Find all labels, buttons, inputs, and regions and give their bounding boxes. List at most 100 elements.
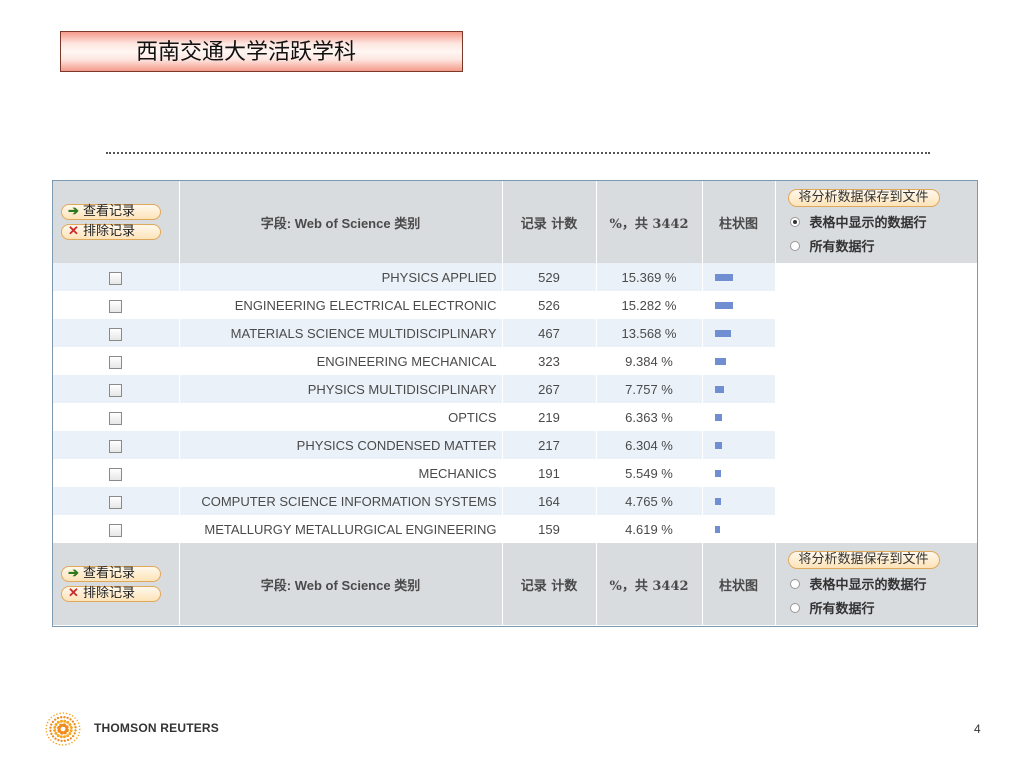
count-cell: 323 [502, 347, 597, 375]
arrow-right-icon: ➔ [68, 566, 79, 581]
row-select-cell [53, 515, 180, 543]
option-all-rows[interactable]: 所有数据行 [789, 236, 978, 255]
row-checkbox[interactable] [109, 411, 123, 425]
percent-bar [714, 469, 721, 477]
bar-cell [702, 459, 776, 487]
row-checkbox[interactable] [109, 467, 123, 481]
field-column-header: 字段: Web of Science 类别 [179, 181, 503, 263]
row-checkbox[interactable] [109, 383, 123, 397]
results-grid: ➔ 查看记录 ✕ 排除记录 字段: Web of Science 类别 记录 计… [53, 181, 977, 625]
count-cell: 159 [502, 515, 597, 543]
x-icon: ✕ [68, 586, 79, 601]
percent-cell: 6.304 % [596, 431, 703, 459]
row-select-cell [53, 487, 180, 515]
row-checkbox[interactable] [109, 439, 123, 453]
analysis-table: ➔ 查看记录 ✕ 排除记录 字段: Web of Science 类别 记录 计… [52, 180, 978, 627]
percent-cell: 5.549 % [596, 459, 703, 487]
category-cell: OPTICS [179, 403, 503, 431]
bar-cell [702, 347, 776, 375]
percent-bar [714, 301, 733, 309]
row-checkbox[interactable] [109, 495, 123, 509]
category-cell: METALLURGY METALLURGICAL ENGINEERING [179, 515, 503, 543]
row-checkbox[interactable] [109, 299, 123, 313]
option-all-rows[interactable]: 所有数据行 [789, 598, 978, 617]
percent-cell: 6.363 % [596, 403, 703, 431]
radio-checked-icon[interactable] [789, 216, 800, 227]
record-count-header: 记录 计数 [502, 543, 597, 625]
category-cell: MATERIALS SCIENCE MULTIDISCIPLINARY [179, 319, 503, 347]
count-cell: 267 [502, 375, 597, 403]
percent-header: %，共 3442 [596, 181, 703, 263]
count-cell: 526 [502, 291, 597, 319]
save-options: 将分析数据保存到文件 表格中显示的数据行 所有数据行 [775, 181, 977, 263]
count-cell: 467 [502, 319, 597, 347]
row-select-cell [53, 347, 180, 375]
table-header-bottom: ➔ 查看记录 ✕ 排除记录 字段: Web of Science 类别 记录 计… [53, 543, 977, 625]
category-cell: PHYSICS MULTIDISCIPLINARY [179, 375, 503, 403]
count-cell: 191 [502, 459, 597, 487]
table-header-top: ➔ 查看记录 ✕ 排除记录 字段: Web of Science 类别 记录 计… [53, 181, 977, 263]
bar-cell [702, 263, 776, 291]
percent-header: %，共 3442 [596, 543, 703, 625]
save-to-file-button[interactable]: 将分析数据保存到文件 [787, 189, 940, 207]
arrow-right-icon: ➔ [68, 204, 79, 219]
save-to-file-button[interactable]: 将分析数据保存到文件 [787, 551, 940, 569]
radio-unchecked-icon[interactable] [789, 240, 800, 251]
bar-cell [702, 319, 776, 347]
bar-cell [702, 375, 776, 403]
row-checkbox[interactable] [109, 355, 123, 369]
row-select-cell [53, 291, 180, 319]
record-actions: ➔ 查看记录 ✕ 排除记录 [53, 181, 180, 263]
exclude-records-button[interactable]: ✕ 排除记录 [61, 586, 161, 602]
percent-cell: 4.619 % [596, 515, 703, 543]
x-icon: ✕ [68, 224, 79, 239]
save-options-bottom: 将分析数据保存到文件 表格中显示的数据行 所有数据行 [775, 543, 977, 625]
percent-bar [714, 525, 720, 533]
field-column-header: 字段: Web of Science 类别 [179, 543, 503, 625]
row-select-cell [53, 431, 180, 459]
row-checkbox[interactable] [109, 271, 123, 285]
percent-cell: 4.765 % [596, 487, 703, 515]
record-count-header: 记录 计数 [502, 181, 597, 263]
percent-bar [714, 273, 733, 281]
row-select-cell [53, 375, 180, 403]
row-select-cell [53, 319, 180, 347]
empty-side-panel [775, 263, 977, 543]
bar-chart-header: 柱状图 [702, 181, 776, 263]
percent-bar [714, 441, 722, 449]
page-number: 4 [974, 722, 981, 736]
category-cell: PHYSICS CONDENSED MATTER [179, 431, 503, 459]
radio-unchecked-icon[interactable] [789, 602, 800, 613]
view-records-button[interactable]: ➔ 查看记录 [61, 204, 161, 220]
percent-cell: 7.757 % [596, 375, 703, 403]
option-displayed-rows[interactable]: 表格中显示的数据行 [789, 574, 978, 593]
count-cell: 529 [502, 263, 597, 291]
row-select-cell [53, 263, 180, 291]
exclude-records-button[interactable]: ✕ 排除记录 [61, 224, 161, 240]
row-checkbox[interactable] [109, 327, 123, 341]
percent-bar [714, 329, 731, 337]
row-select-cell [53, 403, 180, 431]
percent-cell: 15.369 % [596, 263, 703, 291]
count-cell: 217 [502, 431, 597, 459]
bar-cell [702, 515, 776, 543]
brand-name: THOMSON REUTERS [94, 721, 220, 735]
category-cell: ENGINEERING MECHANICAL [179, 347, 503, 375]
percent-bar [714, 497, 721, 505]
percent-bar [714, 385, 724, 393]
row-select-cell [53, 459, 180, 487]
percent-bar [714, 357, 726, 365]
count-cell: 219 [502, 403, 597, 431]
category-cell: MECHANICS [179, 459, 503, 487]
row-checkbox[interactable] [109, 523, 123, 537]
option-displayed-rows[interactable]: 表格中显示的数据行 [789, 212, 978, 231]
dotted-divider [106, 152, 930, 154]
radio-unchecked-icon[interactable] [789, 578, 800, 589]
count-cell: 164 [502, 487, 597, 515]
view-records-button[interactable]: ➔ 查看记录 [61, 566, 161, 582]
percent-cell: 13.568 % [596, 319, 703, 347]
category-cell: COMPUTER SCIENCE INFORMATION SYSTEMS [179, 487, 503, 515]
bar-cell [702, 403, 776, 431]
bar-chart-header: 柱状图 [702, 543, 776, 625]
record-actions-bottom: ➔ 查看记录 ✕ 排除记录 [53, 543, 180, 625]
